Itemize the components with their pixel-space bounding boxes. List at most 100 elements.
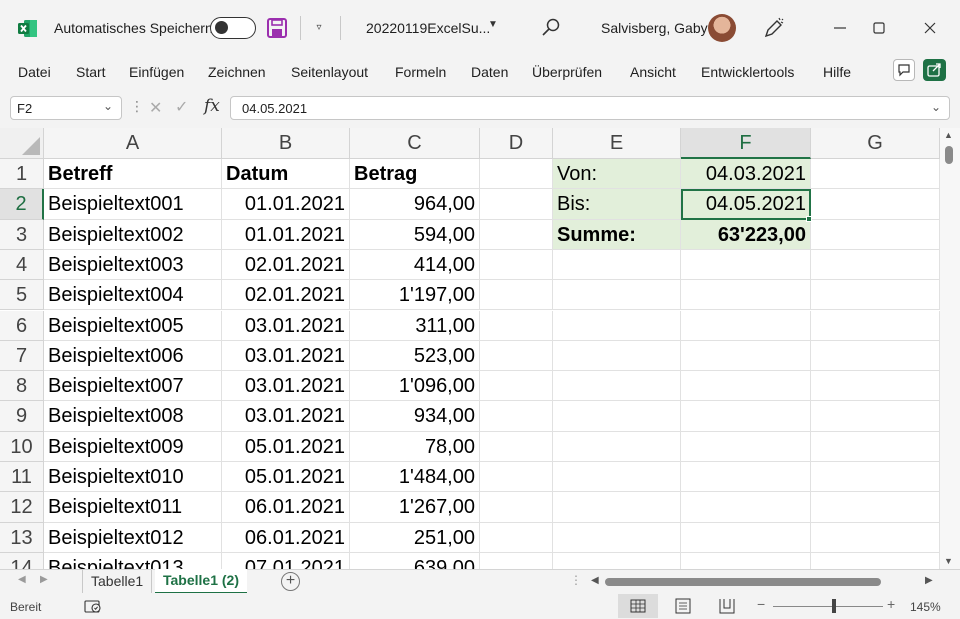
vertical-scroll-thumb[interactable] bbox=[945, 146, 953, 164]
cell-f6[interactable] bbox=[681, 310, 811, 341]
zoom-in-icon[interactable]: + bbox=[887, 596, 895, 612]
cell-g1[interactable] bbox=[811, 159, 940, 190]
normal-view-button[interactable] bbox=[618, 594, 658, 618]
cell-f11[interactable] bbox=[681, 462, 811, 493]
cell-e14[interactable] bbox=[553, 552, 681, 569]
cell-g8[interactable] bbox=[811, 371, 940, 402]
select-all-button[interactable] bbox=[0, 128, 44, 159]
row-header-6[interactable]: 6 bbox=[0, 310, 44, 341]
summary-von-value[interactable]: 04.03.2021 bbox=[681, 159, 811, 190]
cell-c7[interactable]: 523,00 bbox=[350, 340, 480, 372]
cell-a11[interactable]: Beispieltext010 bbox=[44, 462, 222, 493]
search-icon[interactable] bbox=[540, 17, 562, 39]
maximize-icon[interactable] bbox=[869, 18, 889, 38]
cell-b11[interactable]: 05.01.2021 bbox=[222, 462, 350, 493]
header-datum[interactable]: Datum bbox=[222, 159, 350, 190]
cell-a6[interactable]: Beispieltext005 bbox=[44, 310, 222, 341]
document-title[interactable]: 20220119ExcelSu... bbox=[366, 20, 490, 36]
summary-summe-value[interactable]: 63'223,00 bbox=[681, 219, 811, 250]
column-header-f[interactable]: F bbox=[681, 128, 811, 159]
row-header-14[interactable]: 14 bbox=[0, 552, 44, 569]
cell-g10[interactable] bbox=[811, 431, 940, 462]
cell-a8[interactable]: Beispieltext007 bbox=[44, 371, 222, 402]
name-box[interactable]: F2 ⌄ bbox=[10, 96, 122, 120]
tab-entwicklertools[interactable]: Entwicklertools bbox=[701, 64, 794, 80]
cell-d9[interactable] bbox=[480, 401, 553, 432]
summary-von-label[interactable]: Von: bbox=[553, 159, 681, 190]
cell-e4[interactable] bbox=[553, 249, 681, 281]
cell-e12[interactable] bbox=[553, 492, 681, 523]
cell-d3[interactable] bbox=[480, 219, 553, 250]
cell-g3[interactable] bbox=[811, 219, 940, 250]
tab-formeln[interactable]: Formeln bbox=[395, 64, 446, 80]
cell-e7[interactable] bbox=[553, 340, 681, 372]
row-header-12[interactable]: 12 bbox=[0, 492, 44, 523]
spreadsheet-grid[interactable]: A B C D E F G 1 2 3 4 5 6 7 8 9 10 11 12… bbox=[0, 128, 940, 569]
cell-g7[interactable] bbox=[811, 340, 940, 372]
row-header-2[interactable]: 2 bbox=[0, 189, 44, 220]
row-header-10[interactable]: 10 bbox=[0, 431, 44, 462]
chevron-down-icon[interactable]: ⌄ bbox=[931, 100, 941, 114]
cell-c4[interactable]: 414,00 bbox=[350, 249, 480, 281]
cell-a3[interactable]: Beispieltext002 bbox=[44, 219, 222, 250]
chevron-down-icon[interactable]: ▼ bbox=[488, 19, 498, 30]
cell-b7[interactable]: 03.01.2021 bbox=[222, 340, 350, 372]
cell-g14[interactable] bbox=[811, 552, 940, 569]
autosave-toggle[interactable] bbox=[210, 17, 256, 39]
minimize-icon[interactable] bbox=[830, 18, 850, 38]
tab-einfuegen[interactable]: Einfügen bbox=[129, 64, 184, 80]
cell-c2[interactable]: 964,00 bbox=[350, 189, 480, 220]
cell-e10[interactable] bbox=[553, 431, 681, 462]
tab-split-handle[interactable]: ⋮ bbox=[570, 573, 582, 587]
cell-b10[interactable]: 05.01.2021 bbox=[222, 431, 350, 462]
cell-e9[interactable] bbox=[553, 401, 681, 432]
row-header-3[interactable]: 3 bbox=[0, 219, 44, 250]
tab-start[interactable]: Start bbox=[76, 64, 106, 80]
zoom-slider[interactable] bbox=[773, 606, 883, 607]
cell-e11[interactable] bbox=[553, 462, 681, 493]
cell-d2[interactable] bbox=[480, 189, 553, 220]
vertical-scrollbar[interactable]: ▲ ▼ bbox=[940, 128, 960, 569]
cell-e5[interactable] bbox=[553, 280, 681, 311]
cell-g5[interactable] bbox=[811, 280, 940, 311]
cell-b9[interactable]: 03.01.2021 bbox=[222, 401, 350, 432]
column-header-a[interactable]: A bbox=[44, 128, 222, 159]
cell-b12[interactable]: 06.01.2021 bbox=[222, 492, 350, 523]
cell-b4[interactable]: 02.01.2021 bbox=[222, 249, 350, 281]
cell-b2[interactable]: 01.01.2021 bbox=[222, 189, 350, 220]
cell-c8[interactable]: 1'096,00 bbox=[350, 371, 480, 402]
cell-g9[interactable] bbox=[811, 401, 940, 432]
cell-b14[interactable]: 07.01.2021 bbox=[222, 552, 350, 569]
tab-daten[interactable]: Daten bbox=[471, 64, 508, 80]
cell-d14[interactable] bbox=[480, 552, 553, 569]
sheet-tab-tabelle1[interactable]: Tabelle1 bbox=[82, 570, 153, 593]
column-header-g[interactable]: G bbox=[811, 128, 940, 159]
row-header-9[interactable]: 9 bbox=[0, 401, 44, 432]
row-header-8[interactable]: 8 bbox=[0, 371, 44, 402]
header-betreff[interactable]: Betreff bbox=[44, 159, 222, 190]
cell-g13[interactable] bbox=[811, 522, 940, 553]
row-header-13[interactable]: 13 bbox=[0, 522, 44, 553]
cell-g4[interactable] bbox=[811, 249, 940, 281]
cell-a4[interactable]: Beispieltext003 bbox=[44, 249, 222, 281]
cell-d10[interactable] bbox=[480, 431, 553, 462]
cell-b6[interactable]: 03.01.2021 bbox=[222, 310, 350, 341]
share-button[interactable] bbox=[923, 59, 946, 81]
cell-d13[interactable] bbox=[480, 522, 553, 553]
tab-hilfe[interactable]: Hilfe bbox=[823, 64, 851, 80]
zoom-slider-thumb[interactable] bbox=[832, 599, 836, 613]
cell-c14[interactable]: 639,00 bbox=[350, 552, 480, 569]
tab-ansicht[interactable]: Ansicht bbox=[630, 64, 676, 80]
cell-c9[interactable]: 934,00 bbox=[350, 401, 480, 432]
header-betrag[interactable]: Betrag bbox=[350, 159, 480, 190]
cell-g11[interactable] bbox=[811, 462, 940, 493]
cell-e13[interactable] bbox=[553, 522, 681, 553]
sheet-tab-tabelle1-2[interactable]: Tabelle1 (2) bbox=[155, 569, 247, 594]
close-icon[interactable] bbox=[920, 18, 940, 38]
cell-g2[interactable] bbox=[811, 189, 940, 220]
horizontal-scroll-thumb[interactable] bbox=[605, 578, 881, 586]
cell-f10[interactable] bbox=[681, 431, 811, 462]
cell-d5[interactable] bbox=[480, 280, 553, 311]
cell-c3[interactable]: 594,00 bbox=[350, 219, 480, 250]
previous-sheet-icon[interactable]: ◀ bbox=[18, 574, 26, 585]
